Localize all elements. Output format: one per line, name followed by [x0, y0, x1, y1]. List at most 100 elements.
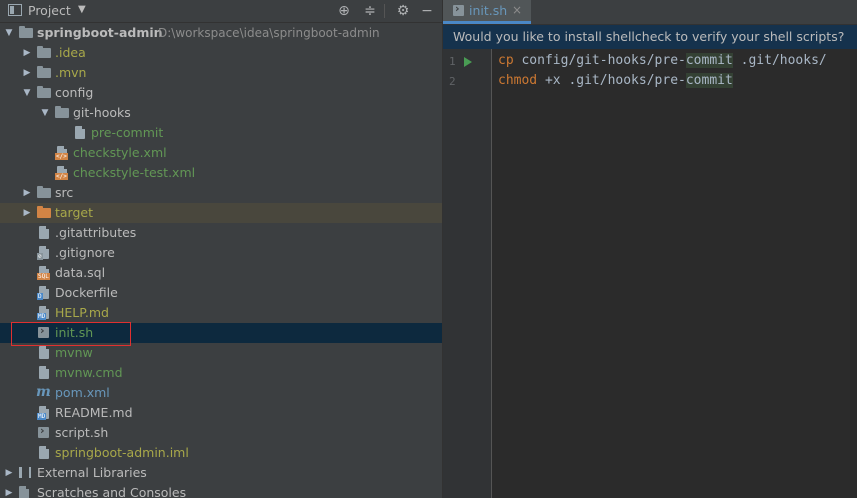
- tree-item-label: Scratches and Consoles: [37, 485, 187, 498]
- library-icon: [19, 467, 31, 478]
- file-badge: SQL: [37, 273, 50, 280]
- code-line: cp config/git-hooks/pre-commit .git/hook…: [498, 53, 827, 68]
- tab-init-sh[interactable]: init.sh ×: [443, 0, 531, 24]
- tree-item[interactable]: SQL data.sql: [0, 263, 442, 283]
- notification-banner[interactable]: Would you like to install shellcheck to …: [443, 25, 857, 49]
- chevron-right-icon[interactable]: ▶: [4, 487, 14, 498]
- tree-item[interactable]: ⊘ .gitignore: [0, 243, 442, 263]
- shell-script-icon: [38, 424, 49, 438]
- tree-item[interactable]: mvnw: [0, 343, 442, 363]
- hide-panel-icon[interactable]: −: [418, 2, 436, 20]
- markdown-file-icon: MD: [37, 306, 49, 320]
- editor-tab-bar: init.sh ×: [443, 0, 857, 25]
- chevron-down-icon[interactable]: ▼: [40, 107, 50, 119]
- tree-item[interactable]: script.sh: [0, 423, 442, 443]
- editor-area: init.sh × Would you like to install shel…: [443, 0, 857, 498]
- sql-file-icon: SQL: [37, 266, 50, 280]
- tree-item[interactable]: mvnw.cmd: [0, 363, 442, 383]
- tree-item[interactable]: </> checkstyle-test.xml: [0, 163, 442, 183]
- tree-item[interactable]: ▶ Scratches and Consoles: [0, 483, 442, 498]
- folder-icon: [37, 186, 51, 198]
- collapse-all-icon[interactable]: ≑: [361, 2, 379, 20]
- tree-item-label: mvnw: [55, 345, 93, 360]
- notification-text: Would you like to install shellcheck to …: [453, 29, 845, 44]
- excluded-folder-icon: [37, 206, 51, 218]
- tree-item[interactable]: ▼ git-hooks: [0, 103, 442, 123]
- chevron-right-icon[interactable]: ▶: [22, 207, 32, 219]
- tree-item-label: HELP.md: [55, 305, 109, 320]
- tree-item-label: .gitattributes: [55, 225, 137, 240]
- code-match-highlight: commit: [685, 73, 733, 88]
- tree-item[interactable]: .gitattributes: [0, 223, 442, 243]
- maven-icon: m: [36, 384, 51, 400]
- gitignore-file-icon: ⊘: [37, 246, 49, 260]
- gear-icon[interactable]: ⚙: [394, 2, 412, 20]
- project-icon: [8, 4, 22, 16]
- tree-item-label: External Libraries: [37, 465, 147, 480]
- folder-icon: [19, 26, 33, 38]
- tree-item[interactable]: D Dockerfile: [0, 283, 442, 303]
- tree-item-label: src: [55, 185, 74, 200]
- file-badge: </>: [55, 153, 68, 160]
- tree-item[interactable]: ▶ src: [0, 183, 442, 203]
- tree-item-label: target: [55, 205, 94, 220]
- iml-file-icon: [39, 446, 49, 459]
- tree-item-label: data.sql: [55, 265, 106, 280]
- tree-item[interactable]: ▶ External Libraries: [0, 463, 442, 483]
- chevron-down-icon[interactable]: ▼: [22, 87, 32, 99]
- tree-item[interactable]: ▶ target: [0, 203, 442, 223]
- tree-item[interactable]: </> checkstyle.xml: [0, 143, 442, 163]
- tree-item[interactable]: MD HELP.md: [0, 303, 442, 323]
- code-text: .git/hooks/: [732, 53, 827, 68]
- chevron-right-icon[interactable]: ▶: [22, 47, 32, 59]
- code-keyword: chmod: [498, 73, 538, 88]
- folder-icon: [37, 46, 51, 58]
- tree-item[interactable]: ▼ config: [0, 83, 442, 103]
- scratches-icon: [19, 486, 29, 498]
- tree-item[interactable]: ▶ .idea: [0, 43, 442, 63]
- chevron-down-icon[interactable]: ▼: [78, 4, 86, 15]
- locate-file-icon[interactable]: ⊕: [335, 2, 353, 20]
- chevron-right-icon[interactable]: ▶: [22, 187, 32, 199]
- xml-file-icon: </>: [55, 166, 68, 180]
- project-panel: Project ▼ ⊕ ≑ ⚙ − ▼ springboot-admin D:\wo…: [0, 0, 442, 498]
- tree-item-label: README.md: [55, 405, 133, 420]
- tree-item-label: mvnw.cmd: [55, 365, 123, 380]
- tree-item-label: springboot-admin: [37, 25, 163, 40]
- tree-item-label: pom.xml: [55, 385, 110, 400]
- chevron-right-icon[interactable]: ▶: [22, 67, 32, 79]
- project-view-selector[interactable]: Project: [28, 3, 71, 18]
- project-panel-header: Project ▼ ⊕ ≑ ⚙ −: [0, 0, 442, 23]
- tree-item[interactable]: pre-commit: [0, 123, 442, 143]
- chevron-down-icon[interactable]: ▼: [4, 27, 14, 39]
- tree-item[interactable]: m pom.xml: [0, 383, 442, 403]
- code-line: chmod +x .git/hooks/pre-commit: [498, 73, 733, 88]
- file-badge: ⊘: [37, 253, 43, 260]
- header-divider: [384, 4, 385, 18]
- code-text: +x .git/hooks/pre-: [537, 73, 686, 88]
- file-icon: [39, 366, 49, 379]
- xml-file-icon: </>: [55, 146, 68, 160]
- tree-item-label: springboot-admin.iml: [55, 445, 189, 460]
- tree-item[interactable]: springboot-admin.iml: [0, 443, 442, 463]
- run-icon[interactable]: [464, 57, 472, 67]
- tree-item[interactable]: ▶ .mvn: [0, 63, 442, 83]
- tree-item[interactable]: ▼ springboot-admin D:\workspace\idea\sprin…: [0, 23, 442, 43]
- docker-file-icon: D: [37, 286, 49, 300]
- markdown-file-icon: MD: [37, 406, 49, 420]
- line-number: 1: [449, 55, 456, 68]
- tree-item-label: checkstyle-test.xml: [73, 165, 196, 180]
- folder-icon: [37, 86, 51, 98]
- file-badge: MD: [37, 413, 47, 420]
- chevron-right-icon[interactable]: ▶: [4, 467, 14, 479]
- shell-script-icon: [453, 2, 464, 16]
- file-badge: MD: [37, 313, 47, 320]
- tree-item[interactable]: MD README.md: [0, 403, 442, 423]
- line-number: 2: [449, 75, 456, 88]
- tree-item-label: Dockerfile: [55, 285, 118, 300]
- close-icon[interactable]: ×: [512, 3, 522, 17]
- folder-icon: [55, 106, 69, 118]
- tree-item-label: .idea: [55, 45, 86, 60]
- file-icon: [39, 346, 49, 359]
- project-path-hint: D:\workspace\idea\springboot-admin: [158, 26, 380, 40]
